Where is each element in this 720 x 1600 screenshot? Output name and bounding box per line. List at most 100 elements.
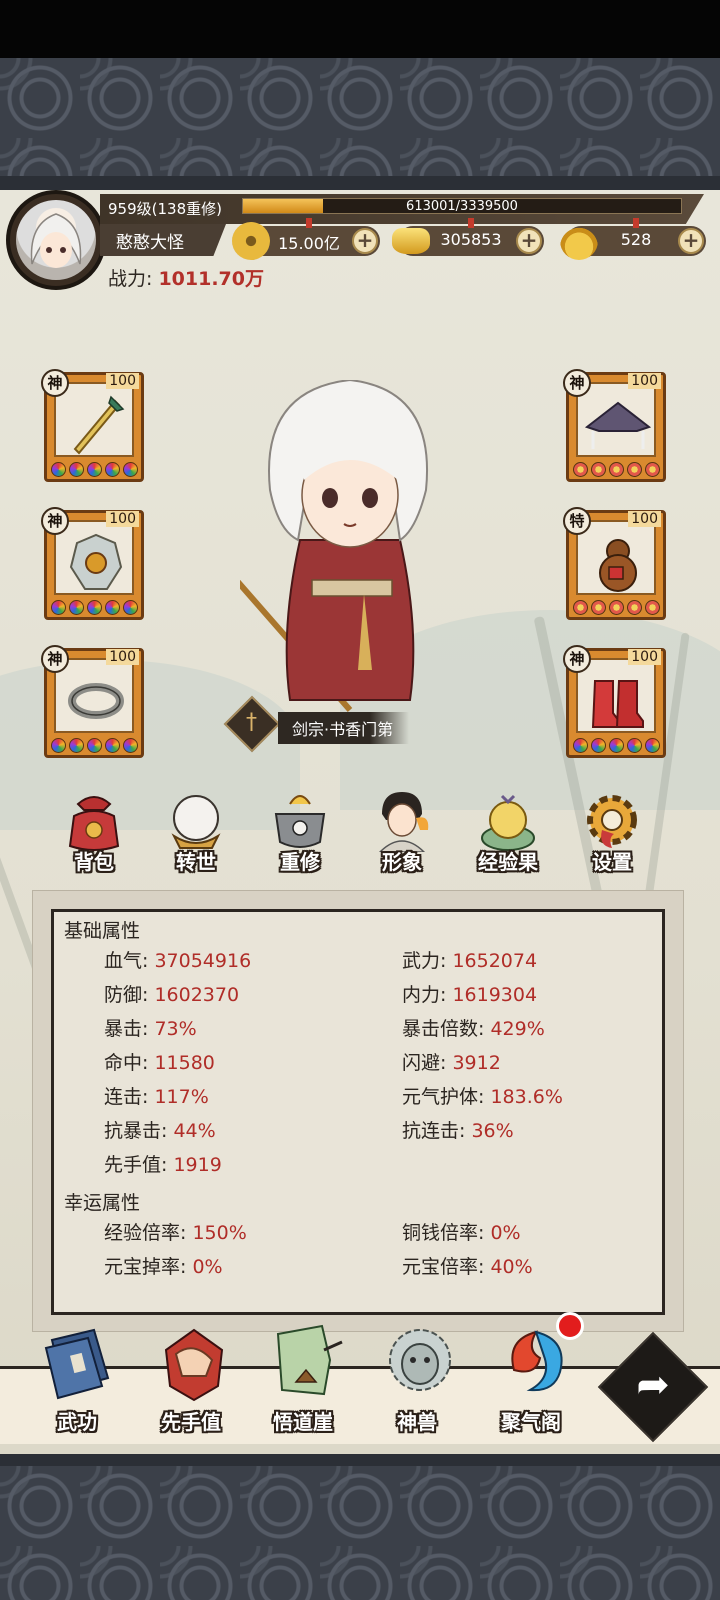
menu-appearance-label: 形象 <box>382 850 422 874</box>
stat-value: 37054916 <box>154 950 252 972</box>
stat-label: 元气护体: <box>402 1086 485 1108</box>
stat-hp: 血气: 37054916 <box>104 946 251 973</box>
player-avatar[interactable] <box>6 190 106 290</box>
tier-badge: 神 <box>41 645 69 673</box>
power-value: 1011.70万 <box>158 268 264 290</box>
bottom-cloud-pattern <box>0 1466 720 1600</box>
stat-combo: 连击: 117% <box>104 1082 209 1109</box>
equip-level: 100 <box>106 649 139 665</box>
menu-exp-fruit-label: 经验果 <box>478 850 538 874</box>
stat-ingot-drop-rate: 元宝掉率: 0% <box>104 1252 223 1279</box>
gear-icon <box>587 795 637 848</box>
crystal-ball-icon <box>171 795 221 849</box>
tier-badge: 神 <box>563 369 591 397</box>
stat-label: 暴击: <box>104 1018 149 1040</box>
currency-gold: 305853 + <box>392 218 544 256</box>
stat-value: 183.6% <box>490 1086 563 1108</box>
stat-hit: 命中: 11580 <box>104 1048 215 1075</box>
player-character[interactable] <box>240 380 460 720</box>
arrow-right-icon: ➦ <box>636 1362 670 1408</box>
menu-appearance[interactable]: 形象 <box>356 790 448 886</box>
beast-icon <box>389 1329 451 1391</box>
hat-icon <box>584 401 652 449</box>
sword-class-icon: † <box>246 710 257 735</box>
stat-label: 连击: <box>104 1086 149 1108</box>
stat-label: 铜钱倍率: <box>402 1222 485 1244</box>
stat-value: 150% <box>192 1222 247 1244</box>
top-cloud-pattern <box>0 58 720 176</box>
menu-retrain-label: 重修 <box>280 850 320 874</box>
gourd-currency-icon <box>560 222 598 260</box>
menu-bag-label: 背包 <box>74 850 114 874</box>
equip-slot-hat[interactable]: 神 100 <box>563 369 666 482</box>
sword-icon <box>73 395 125 455</box>
menu-retrain[interactable]: 重修 <box>254 790 346 886</box>
boots-icon <box>591 680 644 728</box>
stat-initiative: 先手值: 1919 <box>104 1150 222 1177</box>
add-gourd-button[interactable]: + <box>678 228 704 254</box>
stat-ingot-rate: 元宝倍率: 40% <box>402 1252 533 1279</box>
stat-exp-rate: 经验倍率: 150% <box>104 1218 247 1245</box>
stat-label: 抗连击: <box>402 1120 466 1142</box>
stat-value: 36% <box>471 1120 514 1142</box>
currency-gourd: 528 + <box>560 218 706 260</box>
bottom-strip <box>0 1454 720 1466</box>
stat-value: 44% <box>173 1120 216 1142</box>
stat-value: 11580 <box>154 1052 215 1074</box>
equip-slot-boots[interactable]: 神 100 <box>563 645 666 758</box>
menu-exp-fruit[interactable]: 经验果 <box>462 790 554 886</box>
stat-inner-power: 内力: 1619304 <box>402 980 537 1007</box>
equip-level: 100 <box>106 373 139 389</box>
armor-icon <box>69 533 123 590</box>
stat-label: 防御: <box>104 984 149 1006</box>
stat-label: 经验倍率: <box>104 1222 187 1244</box>
nav-divine-beast-label: 神兽 <box>397 1410 437 1434</box>
header-strip <box>0 176 720 190</box>
tier-badge: 神 <box>41 507 69 535</box>
luck-attributes-title: 幸运属性 <box>64 1192 141 1214</box>
stat-anti-crit: 抗暴击: 44% <box>104 1116 216 1143</box>
stat-label: 闪避: <box>402 1052 447 1074</box>
equip-slot-weapon[interactable]: 神 100 <box>41 369 144 482</box>
stat-label: 血气: <box>104 950 149 972</box>
character-class: 剑宗·书香门第 <box>278 712 410 744</box>
nav-initiative[interactable]: 先手值 <box>136 1320 246 1450</box>
nav-enlightenment-cliff-label: 悟道崖 <box>273 1410 333 1434</box>
gold-value: 305853 <box>440 230 502 249</box>
add-gold-button[interactable]: + <box>516 228 542 254</box>
stat-label: 元宝掉率: <box>104 1256 187 1278</box>
notification-dot <box>556 1312 584 1340</box>
cauldron-icon <box>274 795 326 848</box>
stat-value: 1652074 <box>452 950 538 972</box>
fist-icon <box>164 1328 224 1402</box>
menu-reincarnate-label: 转世 <box>176 850 216 874</box>
equip-level: 100 <box>628 511 661 527</box>
nav-divine-beast[interactable]: 神兽 <box>362 1320 472 1450</box>
stat-dodge: 闪避: 3912 <box>402 1048 501 1075</box>
nav-martial-arts-label: 武功 <box>57 1410 97 1434</box>
stat-value: 117% <box>154 1086 209 1108</box>
nav-martial-arts[interactable]: 武功 <box>22 1320 132 1450</box>
menu-bag[interactable]: 背包 <box>48 790 140 886</box>
stat-label: 先手值: <box>104 1154 168 1176</box>
book-icon <box>44 1328 110 1400</box>
add-copper-button[interactable]: + <box>352 228 378 254</box>
portrait-icon <box>378 792 429 852</box>
stat-label: 抗暴击: <box>104 1120 168 1142</box>
copper-value: 15.00亿 <box>278 234 340 253</box>
stat-crit-multiplier: 暴击倍数: 429% <box>402 1014 545 1041</box>
level-text: 959级(138重修) <box>108 200 222 218</box>
menu-settings[interactable]: 设置 <box>566 790 658 886</box>
equip-slot-ring[interactable]: 神 100 <box>41 645 144 758</box>
nav-qi-pavilion-label: 聚气阁 <box>501 1410 561 1434</box>
equip-slot-armor[interactable]: 神 100 <box>41 507 144 620</box>
equip-slot-gourd[interactable]: 特 100 <box>563 507 666 620</box>
stat-value: 0% <box>192 1256 223 1278</box>
cliff-icon <box>276 1324 343 1396</box>
nav-initiative-label: 先手值 <box>161 1410 221 1434</box>
tier-badge: 特 <box>563 507 591 535</box>
menu-reincarnate[interactable]: 转世 <box>150 790 242 886</box>
stat-label: 武力: <box>402 950 447 972</box>
tier-badge: 神 <box>41 369 69 397</box>
nav-enlightenment-cliff[interactable]: 悟道崖 <box>248 1320 358 1450</box>
